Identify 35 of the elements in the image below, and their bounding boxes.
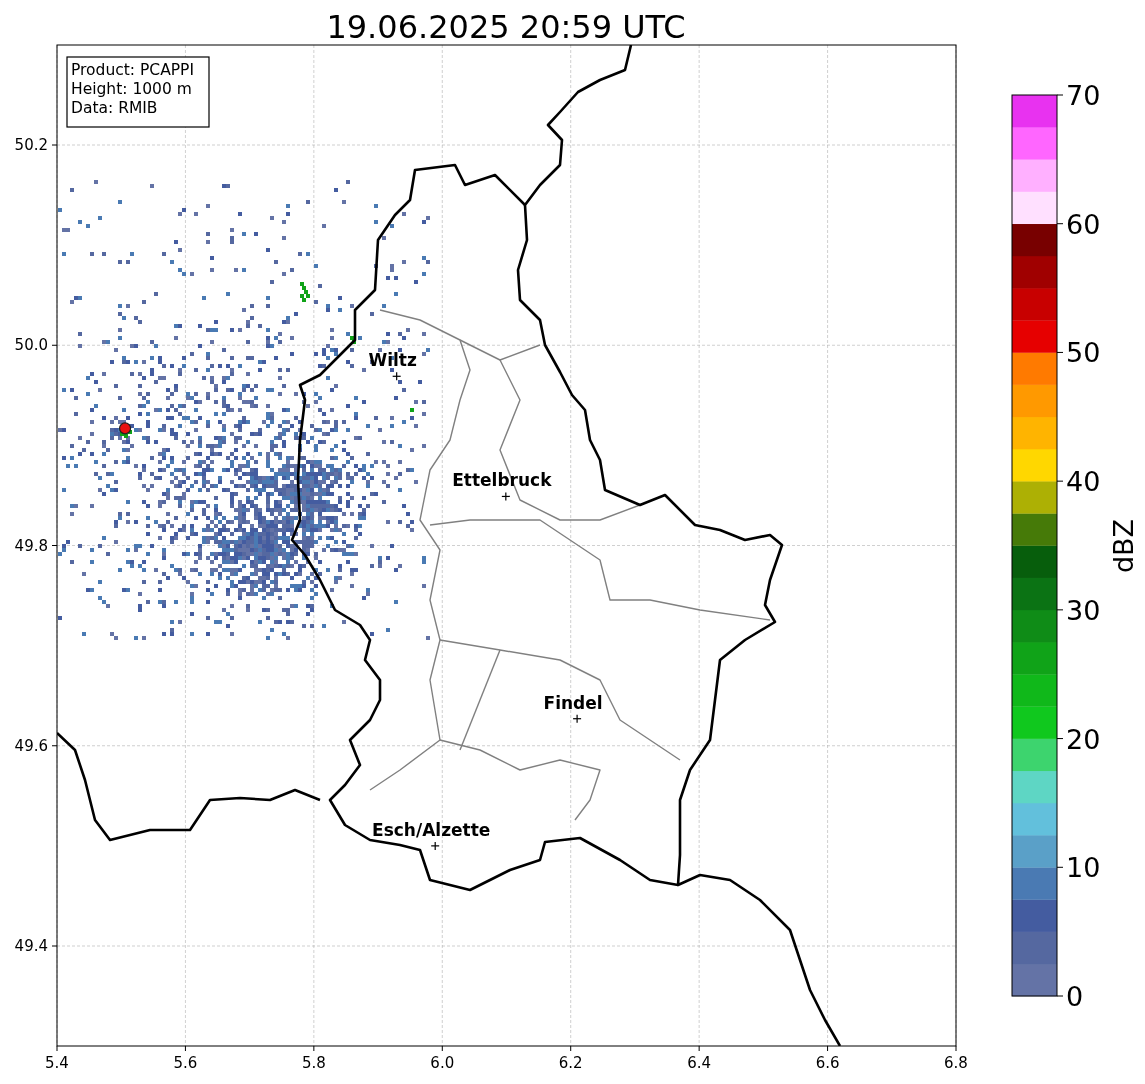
x-tick-label: 5.8 [301, 1054, 326, 1072]
x-tick-label: 6.4 [687, 1054, 712, 1072]
y-tick-label: 50.2 [14, 136, 48, 154]
city-marker-icon [430, 841, 440, 851]
colorbar-tick-label: 60 [1066, 208, 1101, 240]
colorbar-tick-label: 40 [1066, 466, 1101, 498]
x-tick-label: 6.6 [815, 1054, 840, 1072]
colorbar-tick-label: 50 [1066, 337, 1101, 369]
y-tick-label: 49.4 [14, 937, 48, 955]
y-tick-label: 49.6 [14, 736, 48, 755]
y-tick-label: 50.0 [14, 336, 48, 355]
info-text: Product: PCAPPI [71, 61, 195, 79]
x-tick-label: 6.2 [558, 1054, 583, 1072]
city-label: Findel [543, 692, 603, 713]
city-marker-icon [392, 371, 402, 381]
x-tick-label: 6.8 [944, 1054, 968, 1072]
colorbar-label: dBZ [1108, 518, 1139, 574]
radar-site-marker [118, 422, 132, 435]
city-label: Wiltz [368, 350, 417, 371]
colorbar-tick-label: 70 [1066, 80, 1101, 111]
info-text: Height: 1000 m [71, 80, 192, 98]
x-tick-label: 6.0 [430, 1054, 455, 1072]
info-text: Data: RMIB [71, 99, 158, 117]
colorbar-tick-label: 0 [1066, 981, 1084, 1012]
colorbar-tick-label: 30 [1066, 594, 1101, 626]
x-tick-label: 5.4 [45, 1054, 69, 1072]
y-tick-label: 49.8 [14, 536, 48, 555]
chart-title: 19.06.2025 20:59 UTC [326, 8, 686, 46]
city-marker-icon [572, 714, 582, 724]
x-tick-label: 5.6 [173, 1054, 198, 1072]
city-label: Esch/Alzette [372, 819, 491, 840]
colorbar-tick-label: 10 [1066, 852, 1101, 884]
city-marker-icon [501, 491, 511, 502]
city-label: Ettelbruck [452, 470, 552, 491]
colorbar-tick-label: 20 [1066, 723, 1101, 755]
